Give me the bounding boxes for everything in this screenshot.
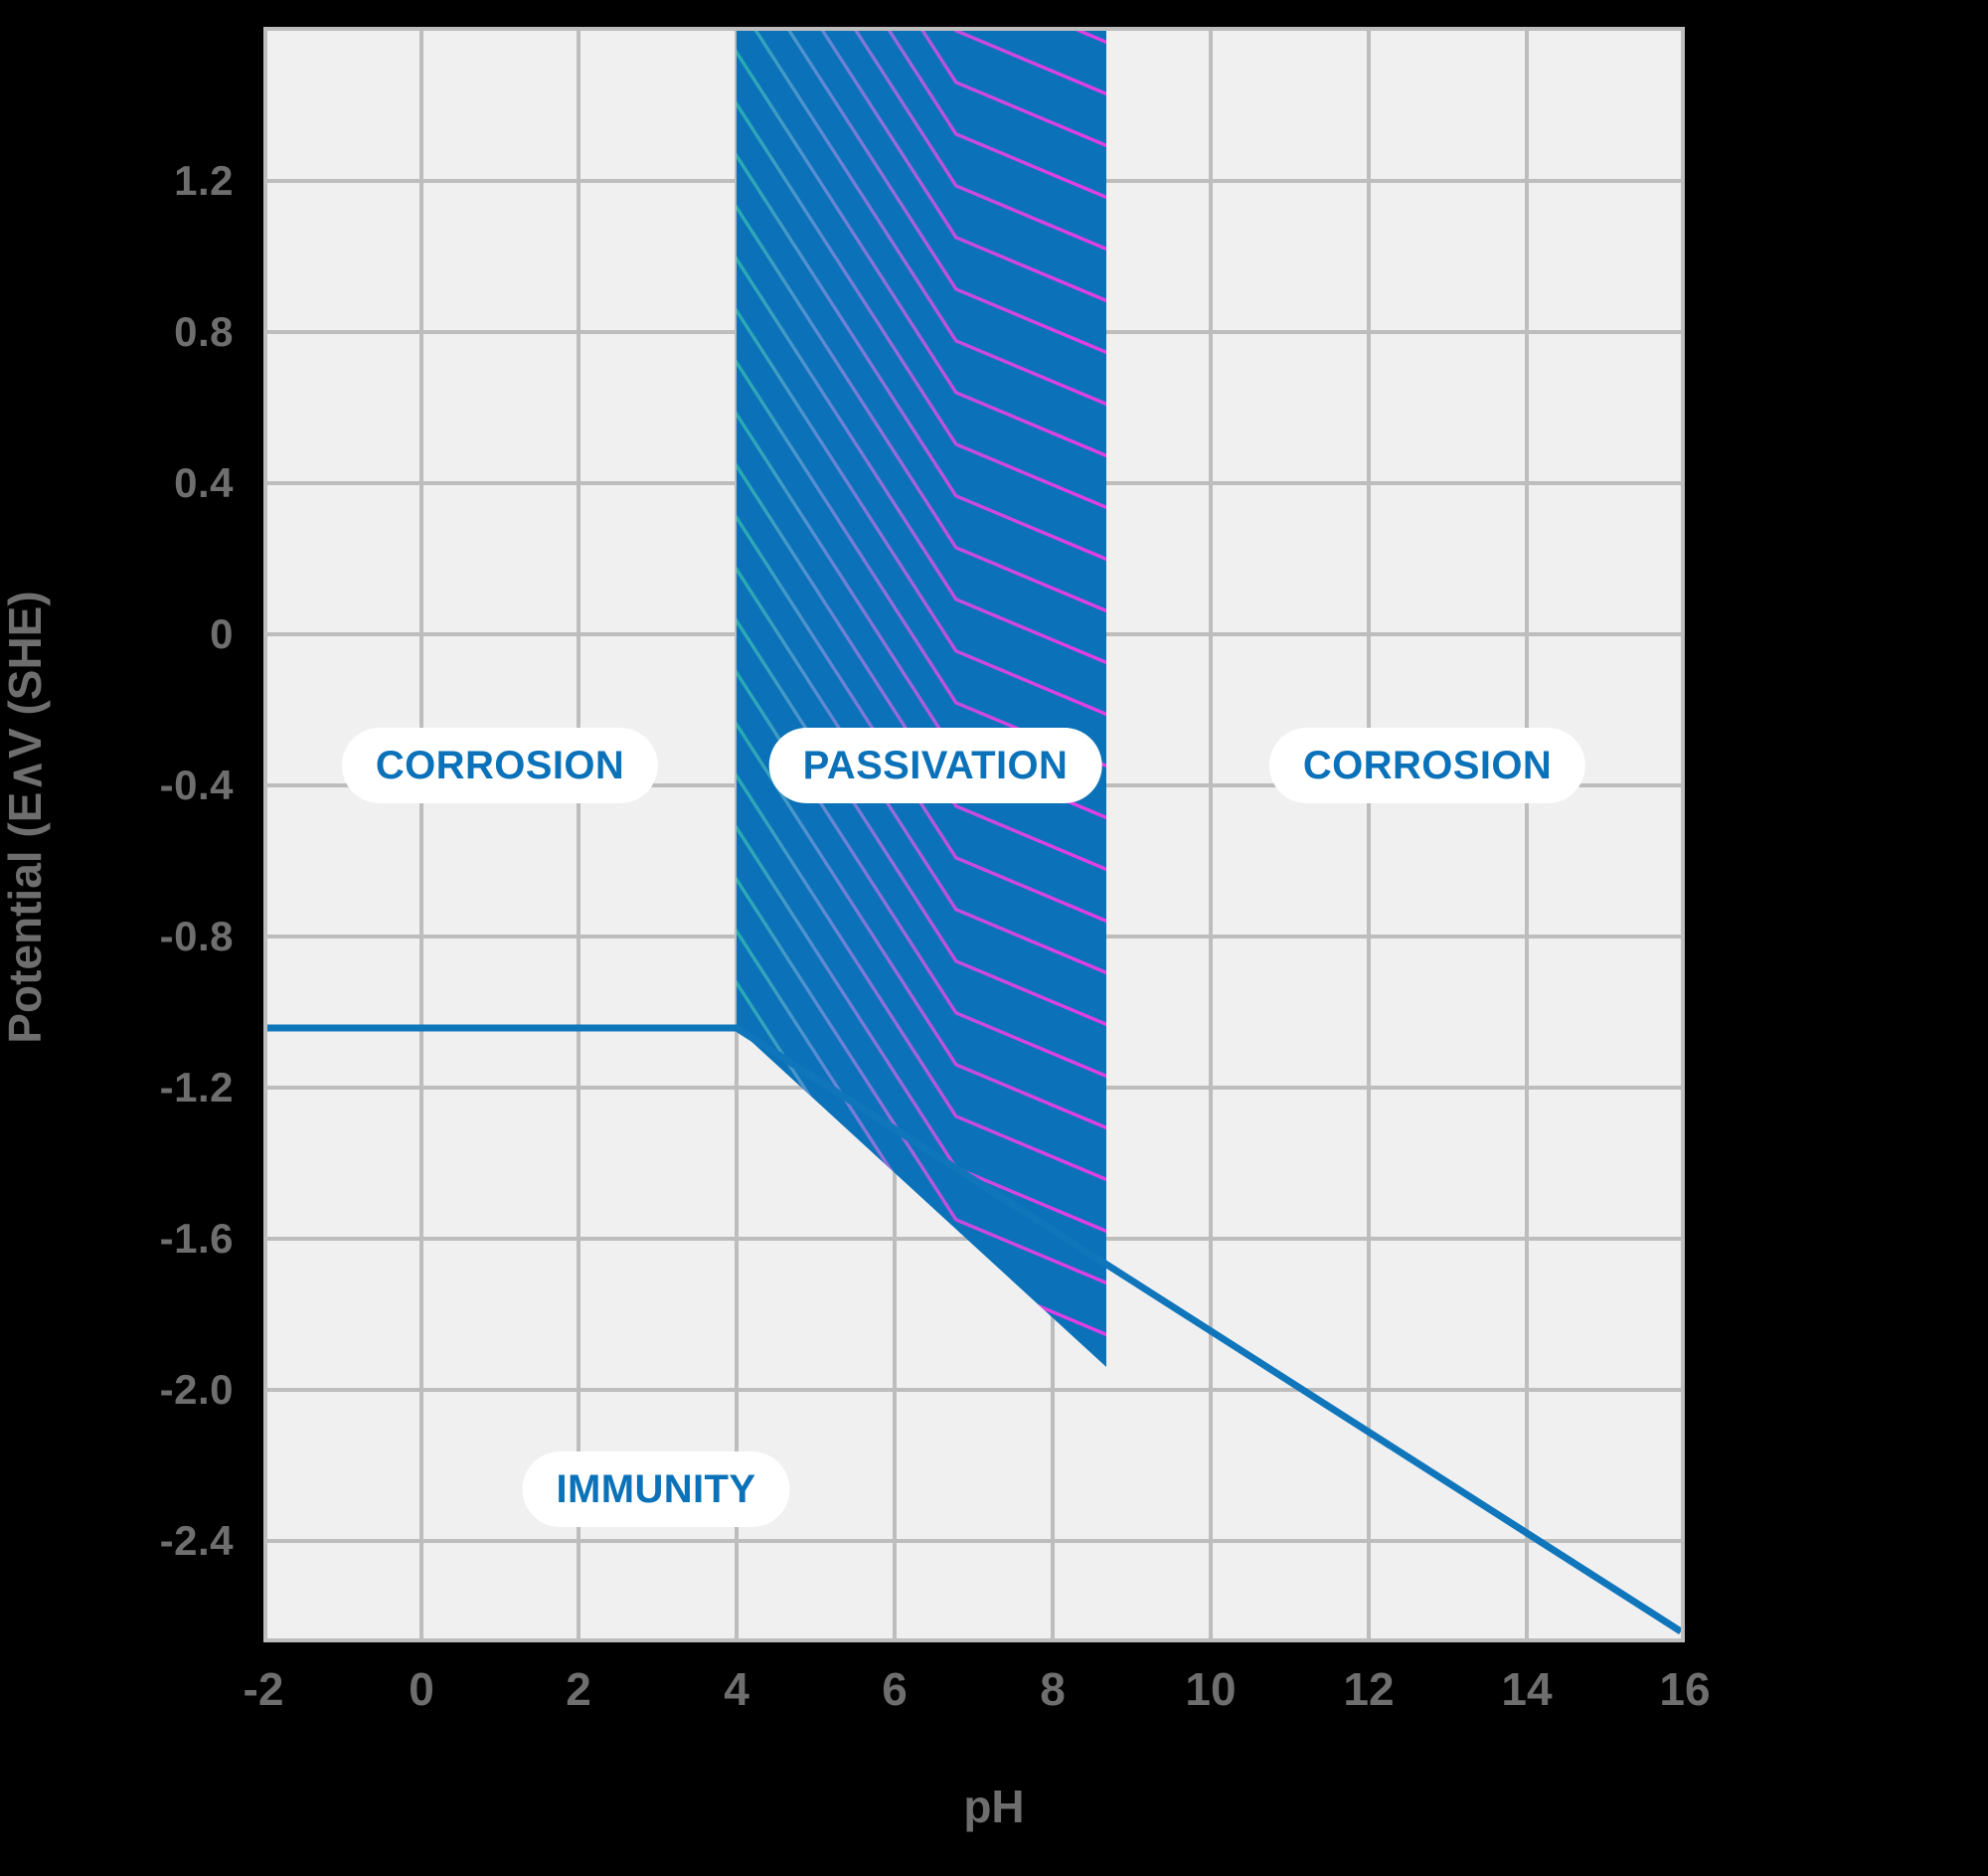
plot-area <box>263 27 1685 1642</box>
x-tick-label: 0 <box>409 1663 434 1715</box>
region-label-passivation: PASSIVATION <box>768 728 1102 803</box>
plot-inner <box>267 31 1681 1638</box>
x-tick-label: 16 <box>1659 1663 1711 1715</box>
region-label-immunity: IMMUNITY <box>522 1451 790 1527</box>
x-tick-label: 12 <box>1343 1663 1395 1715</box>
plot-graphics <box>267 31 1681 1638</box>
y-tick-label: -0.8 <box>159 913 234 959</box>
x-tick-label: 8 <box>1040 1663 1066 1715</box>
y-tick-label: -1.6 <box>159 1215 234 1262</box>
y-tick-label: 0.4 <box>174 459 234 506</box>
y-tick-label: 1.2 <box>174 157 234 204</box>
x-tick-label: 14 <box>1501 1663 1553 1715</box>
y-tick-label: -2.4 <box>159 1517 234 1564</box>
region-label-corrosion-left: CORROSION <box>341 728 659 803</box>
y-tick-label: -1.2 <box>159 1064 234 1110</box>
y-tick-label: 0 <box>210 610 234 657</box>
pourbaix-diagram: Potential (E∧V (SHE) 1.2 0.8 0.4 0 -0.4 … <box>0 0 1988 1876</box>
x-axis-title: pH <box>963 1781 1025 1832</box>
passivation-region <box>737 31 1106 1367</box>
y-tick-label: -2.0 <box>159 1366 234 1413</box>
y-axis-title: Potential (E∧V (SHE) <box>0 591 51 1044</box>
x-tick-label: 6 <box>882 1663 908 1715</box>
x-tick-label: 4 <box>724 1663 749 1715</box>
x-tick-label: 2 <box>566 1663 591 1715</box>
x-tick-label: 10 <box>1185 1663 1237 1715</box>
y-tick-label: -0.4 <box>159 762 234 808</box>
y-tick-label: 0.8 <box>174 308 234 355</box>
x-tick-label: -2 <box>243 1663 284 1715</box>
region-label-corrosion-right: CORROSION <box>1268 728 1586 803</box>
